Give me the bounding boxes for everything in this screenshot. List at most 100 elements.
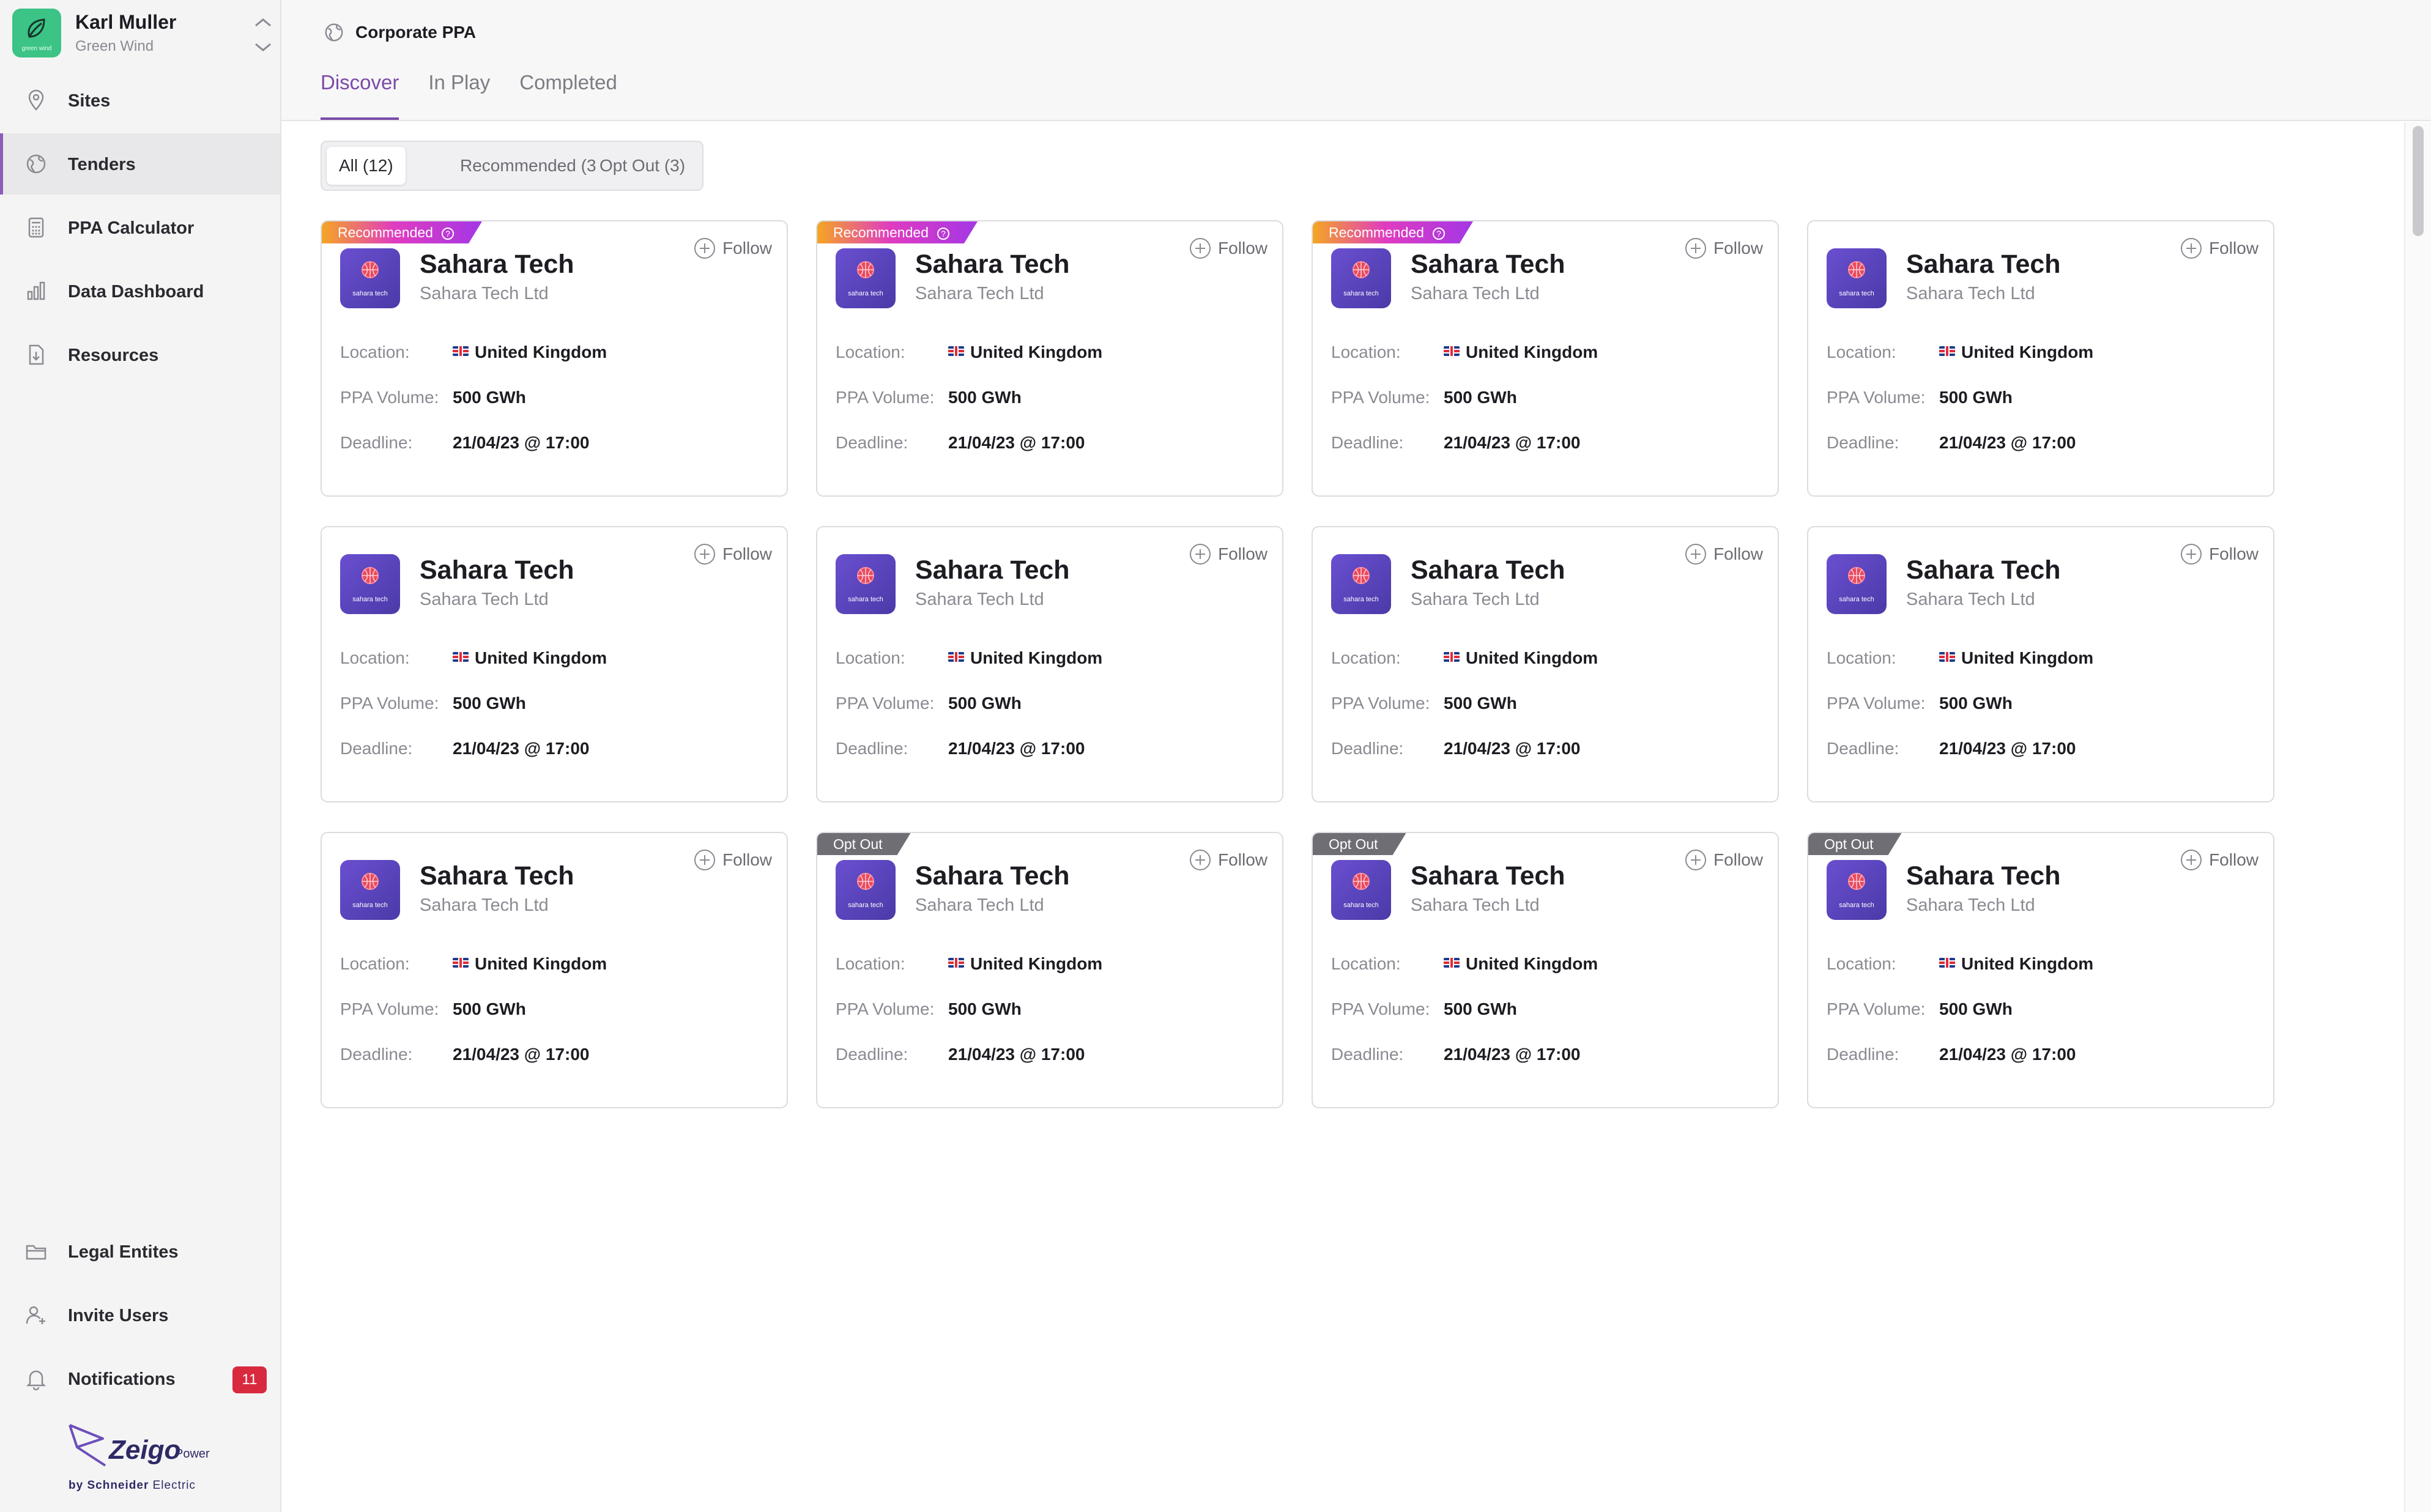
follow-button[interactable]: Follow bbox=[694, 848, 772, 872]
company-legal-name: Sahara Tech Ltd bbox=[420, 590, 549, 609]
location-text: United Kingdom bbox=[475, 954, 607, 973]
tender-card[interactable]: sahara tech Sahara Tech Sahara Tech Ltd Fol… bbox=[1312, 526, 1779, 802]
company-legal-name: Sahara Tech Ltd bbox=[915, 284, 1044, 303]
volume-label: PPA Volume: bbox=[1331, 388, 1430, 407]
volume-label: PPA Volume: bbox=[1827, 388, 1926, 407]
volume-label: PPA Volume: bbox=[836, 694, 935, 713]
globe-icon bbox=[26, 154, 46, 174]
page-header: Corporate PPA Discover In Play Completed bbox=[281, 0, 2431, 121]
sidebar-item-legal-entities[interactable]: Legal Entites bbox=[0, 1221, 280, 1282]
chevron-up-down-icon[interactable] bbox=[251, 12, 275, 57]
help-circle-icon[interactable]: ? bbox=[442, 228, 454, 240]
basketball-icon bbox=[857, 873, 874, 890]
follow-button[interactable]: Follow bbox=[1190, 848, 1267, 872]
tender-card[interactable]: sahara tech Sahara Tech Sahara Tech Ltd Fol… bbox=[816, 526, 1283, 802]
follow-button[interactable]: Follow bbox=[1685, 236, 1763, 261]
scrollbar-thumb[interactable] bbox=[2413, 126, 2424, 236]
follow-button[interactable]: Follow bbox=[1190, 236, 1267, 261]
deadline-label: Deadline: bbox=[1331, 433, 1404, 452]
tender-card[interactable]: sahara tech Sahara Tech Sahara Tech Ltd Fol… bbox=[321, 526, 788, 802]
volume-label: PPA Volume: bbox=[1331, 694, 1430, 713]
tender-card[interactable]: sahara tech Sahara Tech Sahara Tech Ltd Fol… bbox=[1807, 526, 2274, 802]
deadline-value: 21/04/23 @ 17:00 bbox=[1444, 433, 1581, 452]
sidebar-item-data-dashboard[interactable]: Data Dashboard bbox=[0, 261, 280, 322]
deadline-label: Deadline: bbox=[1827, 1045, 1899, 1064]
company-name: Sahara Tech bbox=[1906, 861, 2061, 891]
volume-label: PPA Volume: bbox=[1827, 694, 1926, 713]
location-value: United Kingdom bbox=[453, 954, 607, 974]
tab-completed[interactable]: Completed bbox=[519, 71, 617, 120]
avatar-caption: sahara tech bbox=[352, 596, 388, 603]
follow-button[interactable]: Follow bbox=[2181, 236, 2258, 261]
tender-card[interactable]: sahara tech Sahara Tech Sahara Tech Ltd Fol… bbox=[1807, 220, 2274, 497]
plus-circle-icon bbox=[2181, 850, 2202, 870]
vertical-scrollbar[interactable] bbox=[2404, 122, 2431, 1512]
tender-card[interactable]: sahara tech Sahara Tech Sahara Tech Ltd Fol… bbox=[321, 832, 788, 1108]
volume-value: 500 GWh bbox=[1939, 388, 2013, 407]
location-label: Location: bbox=[1331, 343, 1401, 361]
filter-opt-out[interactable]: Opt Out (3) bbox=[587, 147, 697, 185]
company-name: Sahara Tech bbox=[420, 861, 574, 891]
profile-org: Green Wind bbox=[75, 38, 154, 54]
tab-discover[interactable]: Discover bbox=[321, 71, 399, 120]
sidebar-item-invite-users[interactable]: Invite Users bbox=[0, 1284, 280, 1346]
location-value: United Kingdom bbox=[1939, 648, 2093, 668]
location-text: United Kingdom bbox=[1466, 648, 1598, 667]
company-avatar: sahara tech bbox=[1827, 860, 1887, 920]
org-logo: green wind bbox=[12, 9, 61, 57]
brand-name: Zeigo bbox=[109, 1435, 181, 1465]
tender-card[interactable]: Opt Out sahara tech Sahara Tech Sahara Tech… bbox=[816, 832, 1283, 1108]
tender-card[interactable]: Recommended? sahara tech Sahara Tech Sahara… bbox=[1312, 220, 1779, 497]
company-name: Sahara Tech bbox=[915, 250, 1070, 279]
basketball-icon bbox=[1848, 261, 1865, 278]
company-legal-name: Sahara Tech Ltd bbox=[420, 895, 549, 915]
deadline-value: 21/04/23 @ 17:00 bbox=[1939, 433, 2076, 452]
sidebar-item-ppa-calculator[interactable]: PPA Calculator bbox=[0, 197, 280, 258]
plus-circle-icon bbox=[1190, 850, 1211, 870]
sidebar-item-sites[interactable]: Sites bbox=[0, 70, 280, 131]
follow-button[interactable]: Follow bbox=[1685, 848, 1763, 872]
company-legal-name: Sahara Tech Ltd bbox=[1906, 284, 2035, 303]
follow-button[interactable]: Follow bbox=[2181, 848, 2258, 872]
volume-value: 500 GWh bbox=[453, 694, 526, 713]
location-text: United Kingdom bbox=[1961, 648, 2094, 667]
zeigo-brand-logo: Zeigo Power by Schneider Electric bbox=[66, 1417, 225, 1496]
filter-recommended[interactable]: Recommended (3 bbox=[448, 147, 609, 185]
basketball-icon bbox=[1848, 873, 1865, 890]
tender-card[interactable]: Recommended? sahara tech Sahara Tech Sahara… bbox=[816, 220, 1283, 497]
opt-out-tag-label: Opt Out bbox=[1329, 836, 1378, 852]
help-circle-icon[interactable]: ? bbox=[1433, 228, 1445, 240]
uk-flag-icon bbox=[1939, 346, 1955, 356]
notification-count-badge: 11 bbox=[232, 1366, 267, 1393]
tender-card[interactable]: Opt Out sahara tech Sahara Tech Sahara Tech… bbox=[1807, 832, 2274, 1108]
filter-all[interactable]: All (12) bbox=[327, 147, 406, 185]
uk-flag-icon bbox=[1444, 958, 1460, 968]
location-label: Location: bbox=[1331, 648, 1401, 667]
tab-in-play[interactable]: In Play bbox=[428, 71, 490, 120]
avatar-caption: sahara tech bbox=[352, 902, 388, 909]
deadline-value: 21/04/23 @ 17:00 bbox=[1939, 1045, 2076, 1064]
sidebar-item-notifications[interactable]: Notifications 11 bbox=[0, 1348, 280, 1409]
sidebar-item-resources[interactable]: Resources bbox=[0, 324, 280, 385]
plus-circle-icon bbox=[1190, 544, 1211, 565]
basketball-icon bbox=[1353, 261, 1370, 278]
location-text: United Kingdom bbox=[1466, 343, 1598, 361]
location-text: United Kingdom bbox=[1961, 343, 2094, 361]
brand-sub: Power bbox=[175, 1447, 210, 1461]
tender-card[interactable]: Recommended? sahara tech Sahara Tech Sahara… bbox=[321, 220, 788, 497]
profile-switcher[interactable]: green wind Karl Muller Green Wind bbox=[12, 9, 275, 60]
uk-flag-icon bbox=[948, 958, 964, 968]
help-circle-icon[interactable]: ? bbox=[937, 228, 949, 240]
tender-card[interactable]: Opt Out sahara tech Sahara Tech Sahara Tech… bbox=[1312, 832, 1779, 1108]
follow-button[interactable]: Follow bbox=[1685, 542, 1763, 566]
plus-circle-icon bbox=[1190, 238, 1211, 259]
follow-button[interactable]: Follow bbox=[694, 236, 772, 261]
follow-button[interactable]: Follow bbox=[2181, 542, 2258, 566]
follow-label: Follow bbox=[2209, 239, 2258, 258]
follow-label: Follow bbox=[1713, 544, 1763, 563]
location-text: United Kingdom bbox=[1466, 954, 1598, 973]
follow-button[interactable]: Follow bbox=[694, 542, 772, 566]
company-name: Sahara Tech bbox=[420, 250, 574, 279]
sidebar-item-tenders[interactable]: Tenders bbox=[0, 133, 280, 195]
follow-button[interactable]: Follow bbox=[1190, 542, 1267, 566]
